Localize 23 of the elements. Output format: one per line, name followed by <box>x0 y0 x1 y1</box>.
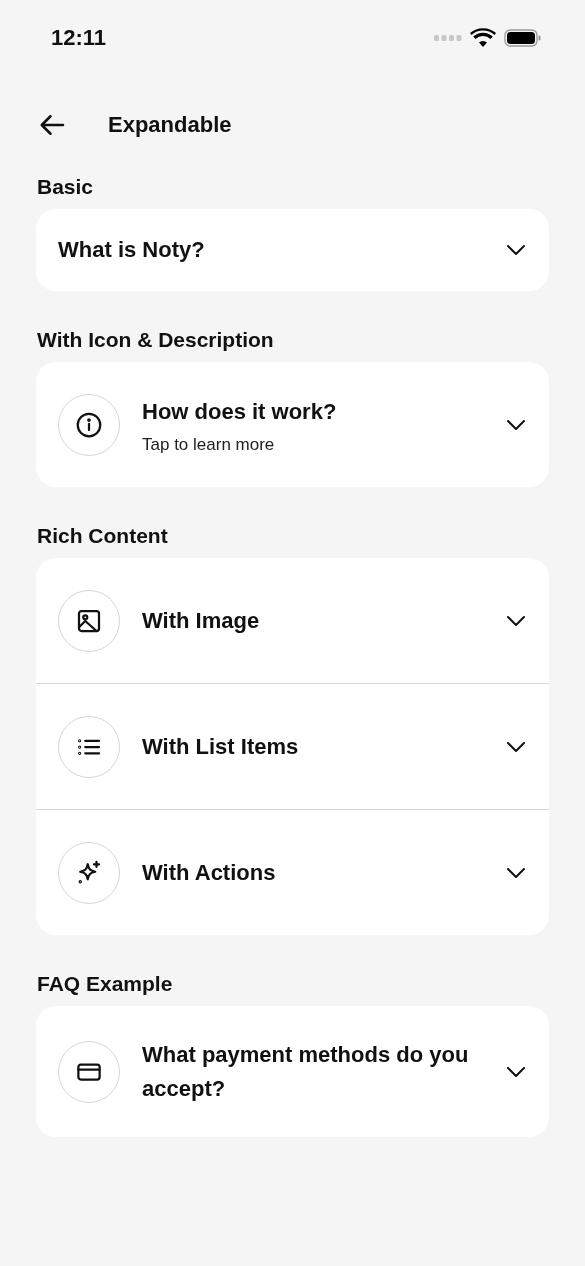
expandable-row[interactable]: With Actions <box>36 809 549 935</box>
row-title: With Actions <box>142 859 277 887</box>
expandable-row[interactable]: What is Noty? <box>36 209 549 291</box>
expandable-row[interactable]: What payment methods do you accept? <box>36 1006 549 1137</box>
section-title: Rich Content <box>37 524 168 548</box>
row-title: What is Noty? <box>58 236 206 264</box>
row-title: How does it work? <box>142 398 338 426</box>
info-icon <box>74 410 104 440</box>
row-description: Tap to learn more <box>142 435 276 455</box>
wifi-icon <box>470 28 496 47</box>
expandable-row[interactable]: With List Items <box>36 683 549 809</box>
section-title: FAQ Example <box>37 972 173 996</box>
row-title: With List Items <box>142 733 300 761</box>
row-title: With Image <box>142 607 261 635</box>
expandable-row[interactable]: With Image <box>36 558 549 683</box>
section-title: With Icon & Description <box>37 328 274 352</box>
battery-icon <box>504 28 541 47</box>
expandable-row[interactable]: How does it work? Tap to learn more <box>36 362 549 487</box>
row-title: What payment methods do you accept? <box>142 1041 470 1103</box>
screen-title: Expandable <box>108 112 232 138</box>
signal-icon <box>434 34 462 41</box>
section-title: Basic <box>37 175 94 199</box>
status-time: 12:11 <box>51 24 107 51</box>
